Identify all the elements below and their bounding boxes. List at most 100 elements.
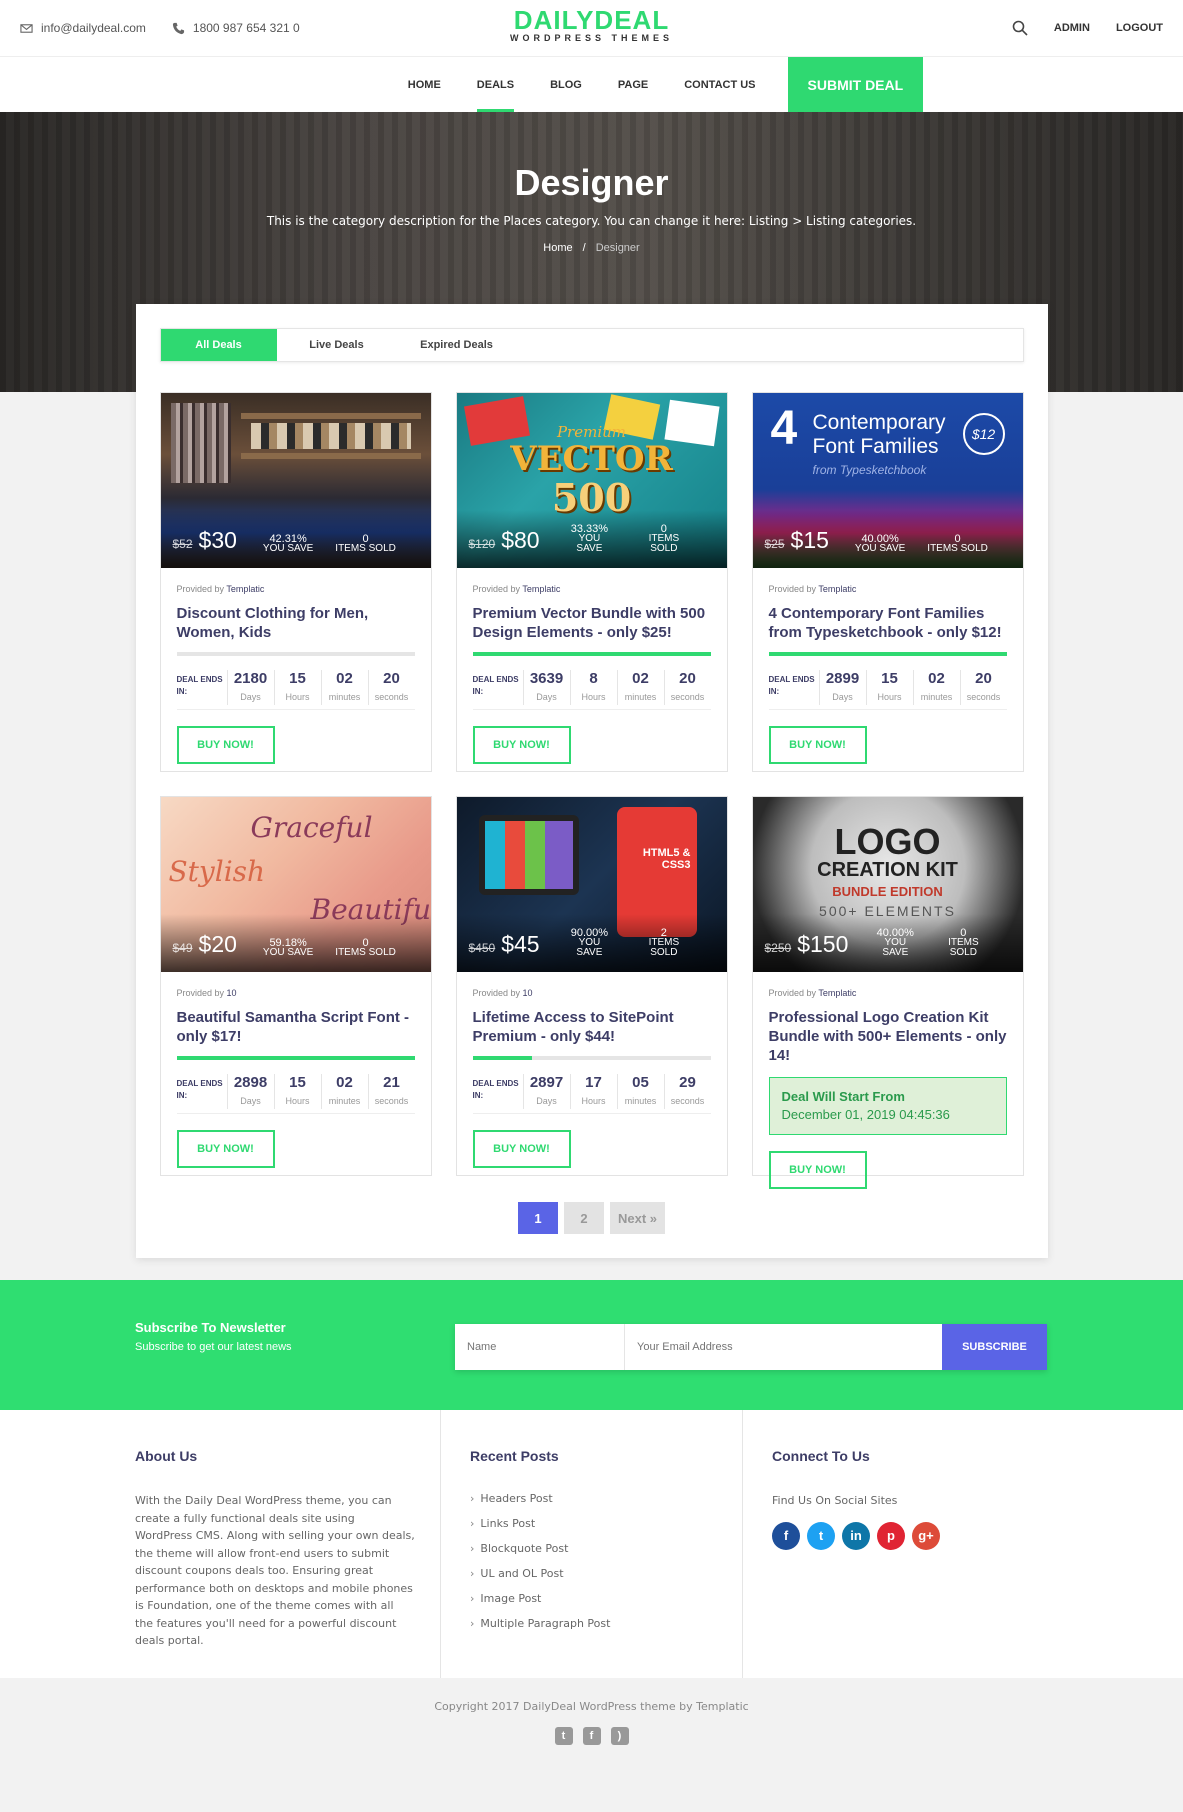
deal-title[interactable]: Beautiful Samantha Script Font - only $1… <box>177 1008 415 1046</box>
next-page-button[interactable]: Next » <box>609 1202 666 1234</box>
countdown-value: 2180 <box>233 670 268 687</box>
provided-label: Provided by <box>472 584 521 594</box>
deal-card: Premium VECTOR 500 $120 $80 33.33% YOU SA… <box>455 392 728 772</box>
sold-progress-bar <box>768 652 1007 656</box>
countdown-unit: minutes <box>328 692 361 702</box>
recent-post-link[interactable]: Blockquote Post <box>470 1542 742 1555</box>
countdown-value: 02 <box>336 1074 353 1091</box>
tab-all-deals[interactable]: All Deals <box>160 329 277 361</box>
envelope-icon <box>20 23 33 33</box>
facebook-icon[interactable]: f <box>772 1521 800 1550</box>
nav-deals[interactable]: DEALS <box>459 57 532 112</box>
provider-link[interactable]: Templatic <box>818 988 856 998</box>
buy-now-button[interactable]: BUY NOW! <box>176 726 275 764</box>
page-2-button[interactable]: 2 <box>563 1202 604 1234</box>
twitter-icon[interactable]: t <box>807 1521 835 1550</box>
deal-image-clothing[interactable]: $52 $30 42.31% YOU SAVE 0 ITEMS SOLD <box>160 393 431 568</box>
buy-now-button[interactable]: BUY NOW! <box>472 726 571 764</box>
deal-image-vector-bundle[interactable]: Premium VECTOR 500 $120 $80 33.33% YOU SA… <box>456 393 727 568</box>
site-logo[interactable]: DAILYDEAL WORDPRESS THEMES <box>510 7 673 43</box>
twitter-icon[interactable]: t <box>554 1727 573 1745</box>
countdown-minutes: 05 minutes <box>616 1074 664 1109</box>
nav-page[interactable]: PAGE <box>600 57 666 112</box>
save-label: YOU SAVE <box>854 543 906 554</box>
progress-fill <box>768 652 1007 656</box>
recent-post-link[interactable]: UL and OL Post <box>470 1567 742 1580</box>
deal-title[interactable]: Discount Clothing for Men, Women, Kids <box>177 604 415 642</box>
deal-body: Provided by 10 Beautiful Samantha Script… <box>161 972 431 1182</box>
recent-post-link[interactable]: Image Post <box>470 1592 742 1605</box>
deal-ends-label: DEAL ENDS IN: <box>768 675 815 696</box>
connect-title: Connect To Us <box>772 1448 870 1464</box>
search-icon[interactable] <box>1012 20 1028 36</box>
countdown-days: 2898 Days <box>226 1074 274 1109</box>
nav-contact-us[interactable]: CONTACT US <box>666 57 773 112</box>
recent-post-link[interactable]: Links Post <box>470 1517 742 1530</box>
deal-title[interactable]: Professional Logo Creation Kit Bundle wi… <box>769 1008 1007 1065</box>
tab-expired-deals[interactable]: Expired Deals <box>397 329 517 361</box>
deal-title[interactable]: Premium Vector Bundle with 500 Design El… <box>473 604 711 642</box>
tab-live-deals[interactable]: Live Deals <box>277 329 397 361</box>
progress-fill <box>472 652 711 656</box>
footer: About Us With the Daily Deal WordPress t… <box>0 1410 1183 1678</box>
recent-post-link[interactable]: Multiple Paragraph Post <box>470 1617 742 1630</box>
email-link[interactable]: info@dailydeal.com <box>20 21 146 35</box>
email-field[interactable] <box>625 1324 942 1370</box>
name-field[interactable] <box>455 1324 625 1370</box>
rss-icon[interactable]: ) <box>610 1727 629 1745</box>
logout-link[interactable]: LOGOUT <box>1116 22 1163 34</box>
buy-now-button[interactable]: BUY NOW! <box>768 726 867 764</box>
googleplus-icon[interactable]: g+ <box>912 1521 940 1550</box>
deal-image-sitepoint[interactable]: HTML5 & CSS3 $450 $45 90.00% YOU SAVE 2 IT… <box>456 797 727 972</box>
buy-now-button[interactable]: BUY NOW! <box>176 1130 275 1168</box>
countdown-days: 3639 Days <box>522 670 570 705</box>
subscribe-button[interactable]: SUBSCRIBE <box>942 1324 1047 1370</box>
countdown-seconds: 20 seconds <box>367 670 415 705</box>
you-save: 42.31% YOU SAVE <box>263 534 313 554</box>
deal-tabs: All Deals Live Deals Expired Deals <box>159 328 1024 362</box>
provider-link[interactable]: Templatic <box>226 584 264 594</box>
provider-link[interactable]: 10 <box>227 988 237 998</box>
countdown-unit: seconds <box>374 692 409 702</box>
old-price: $450 <box>468 941 496 955</box>
provider-link[interactable]: Templatic <box>522 584 560 594</box>
linkedin-icon[interactable]: in <box>842 1521 870 1550</box>
buy-now-button[interactable]: BUY NOW! <box>472 1130 571 1168</box>
deal-title[interactable]: Lifetime Access to SitePoint Premium - o… <box>473 1008 711 1046</box>
recent-post-link[interactable]: Headers Post <box>470 1492 742 1505</box>
submit-deal-button[interactable]: SUBMIT DEAL <box>787 57 924 112</box>
phone-icon <box>172 22 184 34</box>
recent-posts-list: Headers Post Links Post Blockquote Post … <box>470 1492 742 1630</box>
countdown-value: 02 <box>928 670 945 687</box>
newsletter-title: Subscribe To Newsletter <box>135 1320 286 1335</box>
countdown-seconds: 20 seconds <box>959 670 1007 705</box>
nav-home[interactable]: HOME <box>390 57 459 112</box>
countdown-unit: Hours <box>285 692 310 702</box>
provider-link[interactable]: 10 <box>523 988 533 998</box>
progress-fill <box>472 1056 532 1060</box>
countdown-hours: 8 Hours <box>569 670 617 705</box>
deal-image-font-families[interactable]: 4 Contemporary Font Families from Typeske… <box>752 393 1023 568</box>
deal-ends-label: DEAL ENDS IN: <box>472 675 519 696</box>
deal-image-logo-kit[interactable]: LOGO CREATION KIT BUNDLE EDITION 500+ EL… <box>752 797 1023 972</box>
facebook-icon[interactable]: f <box>582 1727 601 1745</box>
nav-blog[interactable]: BLOG <box>532 57 600 112</box>
category-description: This is the category description for the… <box>266 214 917 228</box>
phone-link[interactable]: 1800 987 654 321 0 <box>172 21 300 35</box>
about-text: With the Daily Deal WordPress theme, you… <box>135 1494 415 1647</box>
deal-ends-label: DEAL ENDS IN: <box>176 1079 223 1100</box>
pinterest-icon[interactable]: p <box>877 1521 905 1550</box>
deal-image-script-font[interactable]: Graceful Stylish Beautiful $49 $20 59.18… <box>160 797 431 972</box>
countdown-value: 20 <box>975 670 992 687</box>
font-title: Contemporary Font Families <box>813 411 946 459</box>
breadcrumb-home[interactable]: Home <box>543 242 572 254</box>
buy-now-button[interactable]: BUY NOW! <box>768 1151 867 1189</box>
admin-link[interactable]: ADMIN <box>1054 22 1090 34</box>
recent-posts-title: Recent Posts <box>470 1448 559 1464</box>
deal-title[interactable]: 4 Contemporary Font Families from Typesk… <box>769 604 1007 642</box>
deal-card: LOGO CREATION KIT BUNDLE EDITION 500+ EL… <box>751 796 1024 1189</box>
deal-body: Provided by Templatic Professional Logo … <box>753 972 1023 1203</box>
provider-link[interactable]: Templatic <box>818 584 856 594</box>
page-1-button[interactable]: 1 <box>517 1202 558 1234</box>
provided-by: Provided by Templatic <box>769 584 1007 594</box>
